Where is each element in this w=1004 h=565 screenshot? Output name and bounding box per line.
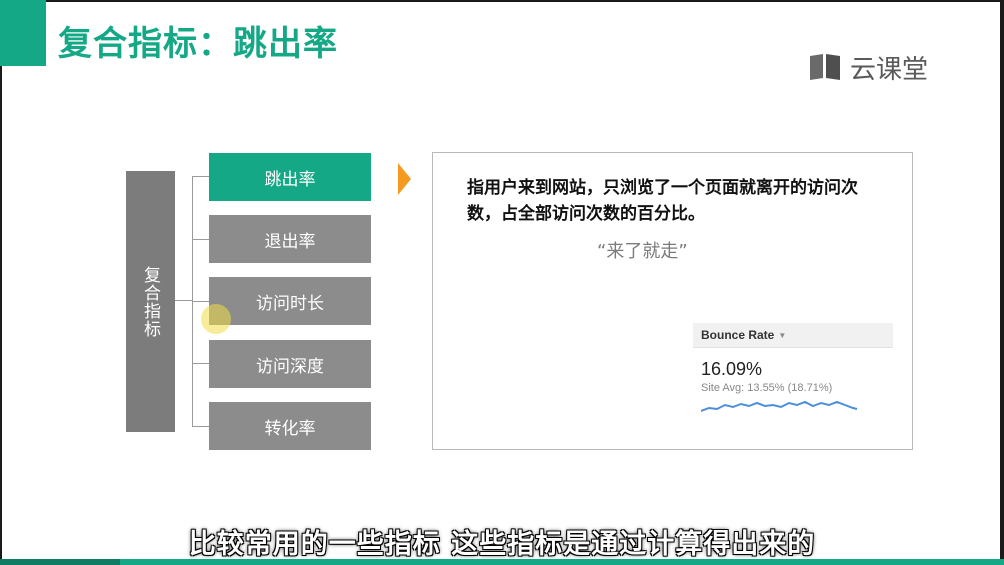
sparkline-chart bbox=[701, 400, 858, 412]
tree-branch-line bbox=[192, 301, 209, 302]
widget-header-label: Bounce Rate bbox=[701, 328, 775, 342]
definition-panel: 指用户来到网站，只浏览了一个页面就离开的访问次数，占全部访问次数的百分比。 “来… bbox=[432, 152, 913, 450]
slide: 复合指标：跳出率 云课堂 复合指标 跳出率 退出率 访问时长 访问深度 转化率 … bbox=[0, 0, 1004, 565]
frame-right-border bbox=[1000, 0, 1004, 565]
metric-item-conversion-rate[interactable]: 转化率 bbox=[209, 402, 371, 450]
frame-top-border bbox=[0, 0, 1004, 2]
pointer-arrow-icon bbox=[398, 163, 411, 195]
bounce-rate-definition: 指用户来到网站，只浏览了一个页面就离开的访问次数，占全部访问次数的百分比。 bbox=[467, 178, 858, 224]
bounce-rate-widget: Bounce Rate ▼ 16.09% Site Avg: 13.55% (1… bbox=[693, 323, 893, 423]
bounce-rate-quote: “来了就走” bbox=[597, 241, 688, 262]
metric-item-visit-duration[interactable]: 访问时长 bbox=[209, 277, 371, 325]
bottom-accent-bar bbox=[0, 559, 1004, 565]
metric-item-exit-rate[interactable]: 退出率 bbox=[209, 215, 371, 263]
dropdown-caret-icon[interactable]: ▼ bbox=[778, 331, 786, 340]
tree-root-label: 复合指标 bbox=[140, 265, 160, 338]
video-subtitle: 比较常用的一些指标 这些指标是通过计算得出来的 bbox=[188, 529, 816, 560]
cursor-highlight bbox=[201, 304, 231, 334]
site-average-text: Site Avg: 13.55% (18.71%) bbox=[701, 382, 833, 394]
logo-text: 云课堂 bbox=[850, 54, 929, 85]
brand-logo: 云课堂 bbox=[808, 50, 929, 85]
sparkline-path bbox=[701, 400, 858, 412]
frame-left-border bbox=[0, 0, 2, 565]
tree-branch-line bbox=[192, 176, 209, 177]
bounce-rate-value: 16.09% bbox=[701, 359, 763, 379]
slide-title: 复合指标：跳出率 bbox=[58, 24, 338, 64]
tree-root-box: 复合指标 bbox=[126, 171, 175, 432]
tree-branch-line bbox=[192, 363, 209, 364]
metric-item-visit-depth[interactable]: 访问深度 bbox=[209, 340, 371, 388]
tree-connector-horizontal bbox=[175, 300, 193, 301]
tree-branch-line bbox=[192, 239, 209, 240]
widget-header[interactable]: Bounce Rate ▼ bbox=[693, 323, 893, 348]
bottom-accent-bar-dark bbox=[0, 559, 120, 565]
tree-branch-line bbox=[192, 426, 209, 427]
title-accent-block bbox=[0, 0, 46, 66]
metric-item-bounce-rate[interactable]: 跳出率 bbox=[209, 153, 371, 201]
book-icon bbox=[810, 54, 840, 80]
